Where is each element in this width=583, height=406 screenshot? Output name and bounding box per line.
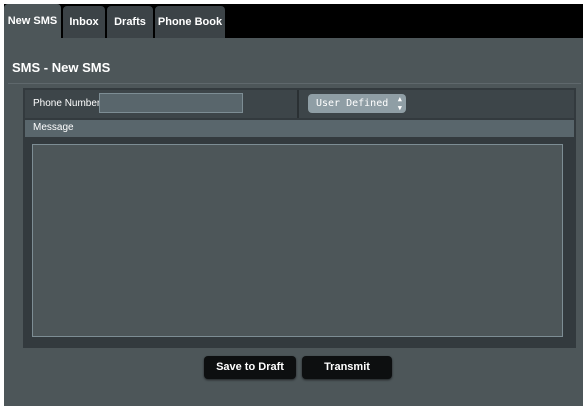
- router-sms-frame: New SMS Inbox Drafts Phone Book SMS - Ne…: [4, 4, 583, 406]
- tab-phone-book[interactable]: Phone Book: [155, 6, 225, 38]
- sms-form: Phone Number User Defined ▲ ▼ Message: [23, 88, 576, 348]
- transmit-button[interactable]: Transmit: [302, 356, 392, 379]
- tab-inbox[interactable]: Inbox: [63, 6, 105, 38]
- message-header: Message: [25, 120, 574, 137]
- phone-row: Phone Number User Defined ▲ ▼: [25, 90, 574, 118]
- save-to-draft-button[interactable]: Save to Draft: [204, 356, 296, 379]
- number-type-value: User Defined: [316, 98, 389, 109]
- row-divider: [297, 90, 299, 118]
- tab-drafts[interactable]: Drafts: [107, 6, 153, 38]
- tab-bar: New SMS Inbox Drafts Phone Book: [4, 4, 583, 38]
- message-textarea[interactable]: [32, 144, 563, 337]
- phone-number-input[interactable]: [99, 93, 243, 113]
- message-label: Message: [33, 122, 74, 133]
- main-panel: SMS - New SMS Phone Number User Defined …: [4, 38, 583, 406]
- phone-number-label: Phone Number: [33, 98, 101, 109]
- tab-new-sms[interactable]: New SMS: [4, 4, 61, 38]
- page-title: SMS - New SMS: [12, 60, 111, 75]
- title-divider: [8, 83, 581, 84]
- number-type-select[interactable]: User Defined ▲ ▼: [308, 94, 406, 113]
- select-updown-icon: ▲ ▼: [397, 95, 402, 112]
